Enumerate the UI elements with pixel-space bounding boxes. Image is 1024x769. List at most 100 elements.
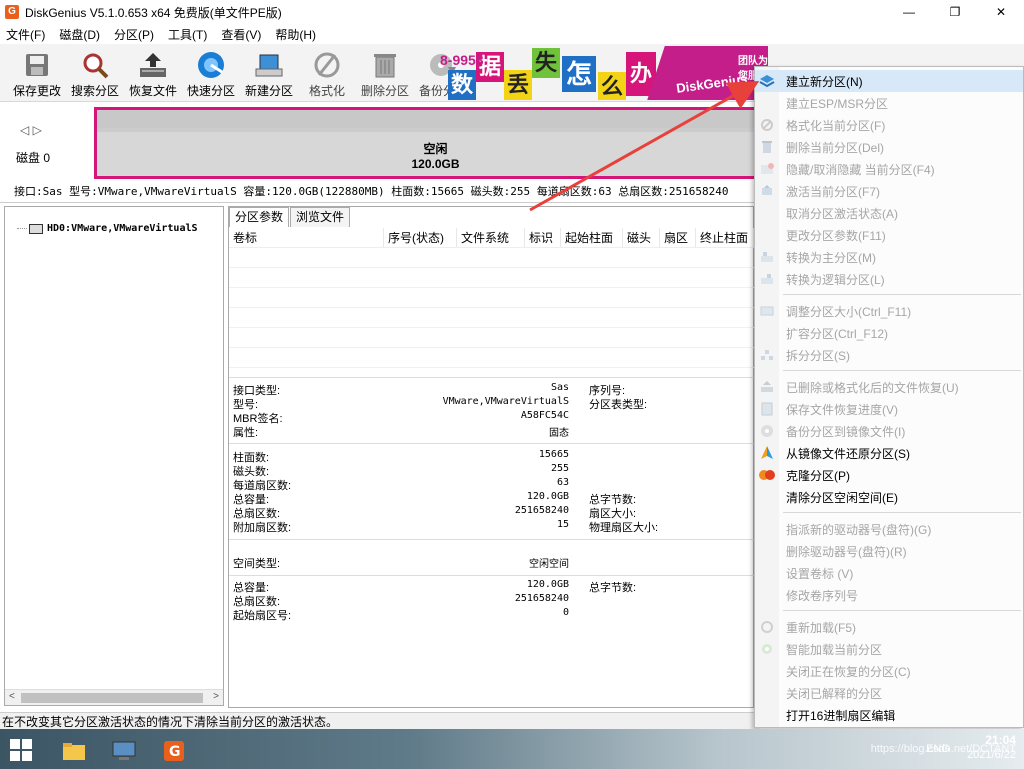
- menu-item-convert-primary[interactable]: 转换为主分区(M): [755, 246, 1023, 268]
- recover-files-button[interactable]: 恢复文件: [124, 44, 182, 101]
- scroll-right-arrow-icon[interactable]: >: [213, 691, 219, 702]
- convert-icon: [755, 268, 779, 290]
- file-explorer-icon[interactable]: [54, 735, 94, 767]
- menu-item-activate-partition[interactable]: 激活当前分区(F7): [755, 180, 1023, 202]
- column-sector[interactable]: 扇区: [660, 228, 696, 247]
- status-bar: 在不改变其它分区激活状态的情况下清除当前分区的激活状态。: [0, 712, 760, 730]
- search-partition-label: 搜索分区: [70, 84, 119, 98]
- menu-item-close-recovering-partition[interactable]: 关闭正在恢复的分区(C): [755, 660, 1023, 682]
- menu-item-label: 关闭正在恢复的分区(C): [786, 664, 911, 679]
- menu-file[interactable]: 文件(F): [6, 26, 45, 43]
- menu-help[interactable]: 帮助(H): [275, 26, 316, 43]
- info-value: A58FC54C: [520, 410, 569, 421]
- save-changes-label: 保存更改: [12, 84, 61, 98]
- info-row: 属性: 固态: [229, 424, 755, 439]
- menu-item-label: 关闭已解释的分区: [786, 686, 883, 701]
- delete-partition-button[interactable]: 删除分区: [356, 44, 414, 101]
- ime-indicator[interactable]: ENG: [926, 743, 950, 755]
- info-row: 总扇区数: 251658240: [229, 593, 755, 608]
- column-filesystem[interactable]: 文件系统: [457, 228, 525, 247]
- clone-icon: [755, 464, 779, 486]
- partition-context-menu: 建立新分区(N) 建立ESP/MSR分区 格式化当前分区(F) 删除当前分区(D…: [754, 66, 1024, 728]
- system-clock[interactable]: 21:04 2021/6/22: [967, 733, 1016, 761]
- menu-item-delete-partition[interactable]: 删除当前分区(Del): [755, 136, 1023, 158]
- next-disk-arrow-icon[interactable]: ▷: [33, 123, 42, 137]
- menu-item-restore-from-image[interactable]: 从镜像文件还原分区(S): [755, 442, 1023, 464]
- scrollbar-thumb[interactable]: [21, 693, 203, 703]
- menu-item-reload[interactable]: 重新加载(F5): [755, 616, 1023, 638]
- menu-item-format-partition[interactable]: 格式化当前分区(F): [755, 114, 1023, 136]
- new-partition-icon: [253, 50, 285, 80]
- tab-partition-params[interactable]: 分区参数: [229, 207, 290, 227]
- quick-partition-button[interactable]: 快速分区: [182, 44, 240, 101]
- column-head[interactable]: 磁头: [623, 228, 660, 247]
- menu-item-save-recovery-progress[interactable]: 保存文件恢复进度(V): [755, 398, 1023, 420]
- reload-icon: [755, 616, 779, 638]
- menu-item-close-interpreted-partition[interactable]: 关闭已解释的分区: [755, 682, 1023, 704]
- column-end-cylinder[interactable]: 终止柱面: [696, 228, 754, 247]
- menu-item-change-params[interactable]: 更改分区参数(F11): [755, 224, 1023, 246]
- blank-icon: [755, 584, 779, 606]
- partition-bar-body: 空闲 120.0GB: [97, 132, 774, 176]
- menu-item-label: 建立ESP/MSR分区: [786, 96, 889, 111]
- menu-tools[interactable]: 工具(T): [168, 26, 207, 43]
- format-button[interactable]: 格式化: [298, 44, 356, 101]
- blank-icon: [755, 486, 779, 508]
- scroll-left-arrow-icon[interactable]: <: [9, 691, 15, 702]
- disk-label: 磁盘 0: [16, 151, 51, 165]
- menu-disk[interactable]: 磁盘(D): [59, 26, 100, 43]
- windows-start-icon[interactable]: [10, 739, 32, 761]
- new-partition-button[interactable]: 新建分区: [240, 44, 298, 101]
- info-row: 每道扇区数: 63: [229, 477, 755, 492]
- menu-item-change-volume-serial[interactable]: 修改卷序列号: [755, 584, 1023, 606]
- computer-icon[interactable]: [104, 735, 144, 767]
- close-button[interactable]: ✕: [978, 0, 1024, 24]
- column-index-status[interactable]: 序号(状态): [384, 228, 457, 247]
- diskgenius-taskbar-icon[interactable]: G: [154, 735, 194, 767]
- banner-char: 数: [448, 70, 476, 100]
- free-space-partition-bar[interactable]: 空闲 120.0GB: [94, 107, 774, 179]
- menu-item-convert-logical[interactable]: 转换为逻辑分区(L): [755, 268, 1023, 290]
- table-row: [229, 308, 755, 328]
- menu-item-hex-sector-editor[interactable]: 打开16进制扇区编辑: [755, 704, 1023, 726]
- minimize-button[interactable]: —: [886, 0, 932, 24]
- menu-item-remove-drive-letter[interactable]: 删除驱动器号(盘符)(R): [755, 540, 1023, 562]
- menu-item-clone-partition[interactable]: 克隆分区(P): [755, 464, 1023, 486]
- info-row: 磁头数: 255: [229, 463, 755, 478]
- menu-item-smart-load[interactable]: 智能加载当前分区: [755, 638, 1023, 660]
- prev-disk-arrow-icon[interactable]: ◁: [20, 123, 29, 137]
- column-volume-label[interactable]: 卷标: [229, 228, 384, 247]
- menu-item-create-partition[interactable]: 建立新分区(N): [755, 70, 1023, 92]
- menu-item-split-partition[interactable]: 拆分分区(S): [755, 344, 1023, 366]
- maximize-button[interactable]: ❐: [932, 0, 978, 24]
- blank-icon: [755, 540, 779, 562]
- menu-partition[interactable]: 分区(P): [114, 26, 154, 43]
- menu-item-deactivate-partition[interactable]: 取消分区激活状态(A): [755, 202, 1023, 224]
- table-row: [229, 268, 755, 288]
- menu-item-backup-to-image[interactable]: 备份分区到镜像文件(I): [755, 420, 1023, 442]
- menu-separator: [783, 294, 1021, 295]
- column-start-cylinder[interactable]: 起始柱面: [561, 228, 623, 247]
- quick-partition-icon: [195, 50, 227, 80]
- menu-item-recover-files[interactable]: 已删除或格式化后的文件恢复(U): [755, 376, 1023, 398]
- restore-icon: [755, 442, 779, 464]
- menu-item-set-volume-label[interactable]: 设置卷标 (V): [755, 562, 1023, 584]
- menu-item-create-esp-msr[interactable]: 建立ESP/MSR分区: [755, 92, 1023, 114]
- info-value: 空闲空间: [529, 559, 569, 570]
- search-partition-button[interactable]: 搜索分区: [66, 44, 124, 101]
- save-changes-button[interactable]: 保存更改: [8, 44, 66, 101]
- menu-item-resize-partition[interactable]: 调整分区大小(Ctrl_F11): [755, 300, 1023, 322]
- tab-browse-files[interactable]: 浏览文件: [290, 207, 351, 227]
- menu-item-extend-partition[interactable]: 扩容分区(Ctrl_F12): [755, 322, 1023, 344]
- magnifier-icon: [79, 50, 111, 80]
- menu-item-hide-partition[interactable]: 隐藏/取消隐藏 当前分区(F4): [755, 158, 1023, 180]
- menu-view[interactable]: 查看(V): [221, 26, 261, 43]
- recover-icon: [137, 50, 169, 80]
- column-id[interactable]: 标识: [525, 228, 561, 247]
- advertisement-banner[interactable]: 数 据 丢 失 怎 么 办 DiskGenius 团队为您服务!: [448, 46, 768, 100]
- tree-item-hd0[interactable]: HD0:VMware,VMwareVirtualS: [17, 223, 198, 234]
- menu-item-clear-free-space[interactable]: 清除分区空闲空间(E): [755, 486, 1023, 508]
- space-type-section: 空间类型: 空闲空间: [229, 555, 755, 570]
- tree-horizontal-scrollbar[interactable]: < >: [5, 689, 223, 705]
- menu-item-assign-drive-letter[interactable]: 指派新的驱动器号(盘符)(G): [755, 518, 1023, 540]
